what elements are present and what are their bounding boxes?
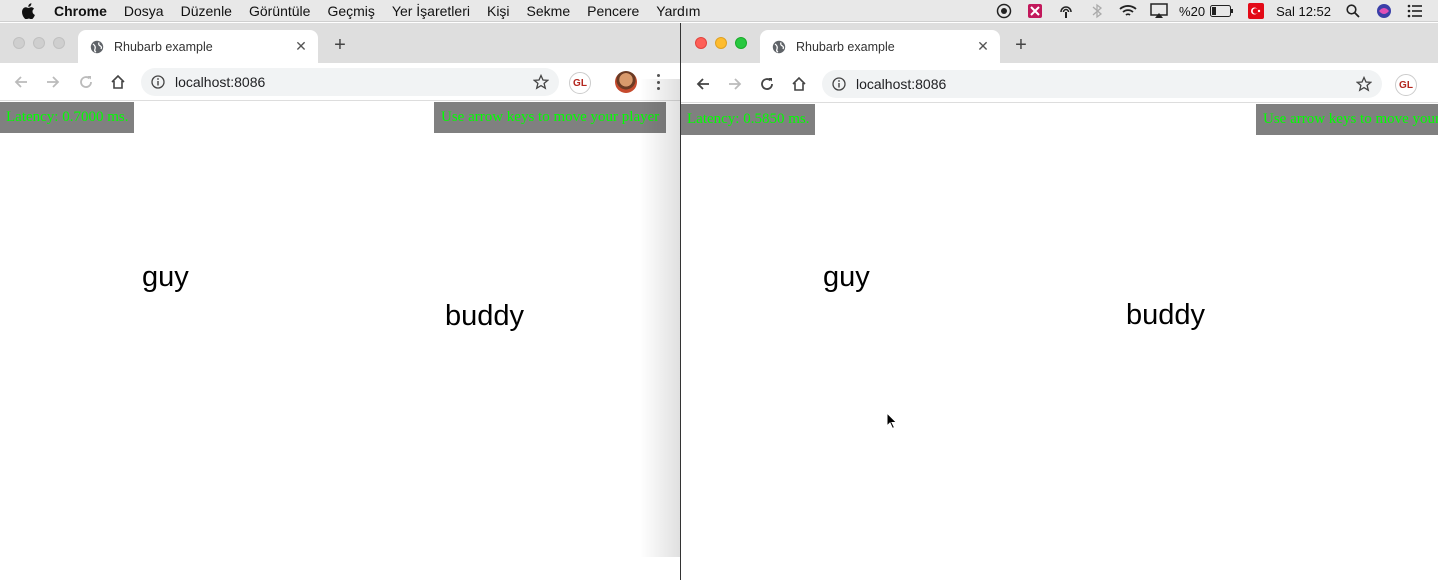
- gl-extension-icon[interactable]: GL: [1395, 74, 1417, 96]
- address-bar[interactable]: localhost:8086: [141, 68, 559, 96]
- player-buddy: buddy: [1126, 299, 1206, 331]
- menu-kisi[interactable]: Kişi: [487, 3, 510, 19]
- siri-icon[interactable]: [1375, 3, 1393, 19]
- profile-avatar[interactable]: [615, 71, 637, 93]
- menu-bar-status-area: %20 Sal 12:52: [982, 0, 1424, 22]
- controls-hint: Use arrow keys to move your player: [1256, 104, 1438, 135]
- forward-arrow-icon[interactable]: [44, 73, 62, 91]
- forward-arrow-icon[interactable]: [726, 75, 744, 93]
- menu-yer-isaretleri[interactable]: Yer İşaretleri: [392, 3, 470, 19]
- globe-icon: [772, 40, 786, 54]
- minimize-window-button[interactable]: [715, 37, 727, 49]
- bluetooth-icon[interactable]: [1088, 3, 1106, 19]
- back-arrow-icon[interactable]: [12, 73, 30, 91]
- turkish-flag-icon[interactable]: [1247, 3, 1265, 19]
- bookmark-star-icon[interactable]: [1355, 75, 1373, 92]
- menu-duzenle[interactable]: Düzenle: [181, 3, 232, 19]
- site-info-icon[interactable]: [832, 77, 846, 91]
- close-window-button[interactable]: [695, 37, 707, 49]
- tab-strip: Rhubarb example ✕ +: [0, 23, 680, 63]
- zoom-window-button[interactable]: [53, 37, 65, 49]
- wifi-icon[interactable]: [1119, 3, 1137, 19]
- home-icon[interactable]: [790, 75, 808, 93]
- notification-center-icon[interactable]: [1406, 3, 1424, 19]
- apple-logo-icon[interactable]: [20, 2, 36, 20]
- page-content: Latency: 0.7000 ms. Use arrow keys to mo…: [0, 102, 680, 580]
- browser-window-left: Rhubarb example ✕ + localhost:8086 GL La…: [0, 23, 680, 580]
- menu-yardim[interactable]: Yardım: [656, 3, 700, 19]
- airdrop-icon[interactable]: [1057, 3, 1075, 19]
- back-arrow-icon[interactable]: [694, 75, 712, 93]
- tab-title: Rhubarb example: [114, 39, 213, 54]
- menu-goruntule[interactable]: Görüntüle: [249, 3, 310, 19]
- tab-rhubarb-example[interactable]: Rhubarb example ✕: [78, 30, 318, 63]
- reload-icon[interactable]: [77, 73, 95, 91]
- tab-title: Rhubarb example: [796, 39, 895, 54]
- close-tab-icon[interactable]: ✕: [294, 39, 308, 53]
- app-status-icon[interactable]: [1026, 3, 1044, 19]
- reload-icon[interactable]: [758, 75, 776, 93]
- macos-menu-bar: Chrome Dosya Düzenle Görüntüle Geçmiş Ye…: [0, 0, 1438, 22]
- tab-strip: Rhubarb example ✕ +: [681, 23, 1438, 63]
- tab-rhubarb-example[interactable]: Rhubarb example ✕: [760, 30, 1000, 63]
- close-window-button[interactable]: [13, 37, 25, 49]
- menu-app-name[interactable]: Chrome: [54, 3, 107, 19]
- home-icon[interactable]: [109, 73, 127, 91]
- controls-hint: Use arrow keys to move your player: [434, 102, 667, 133]
- menu-bar-clock[interactable]: Sal 12:52: [1276, 4, 1331, 19]
- browser-toolbar: localhost:8086 GL: [681, 65, 1438, 103]
- gl-extension-icon[interactable]: GL: [569, 72, 591, 94]
- menu-pencere[interactable]: Pencere: [587, 3, 639, 19]
- menu-gecmis[interactable]: Geçmiş: [327, 3, 374, 19]
- browser-toolbar: localhost:8086 GL: [0, 63, 680, 101]
- url-text: localhost:8086: [856, 76, 947, 92]
- spotlight-search-icon[interactable]: [1344, 3, 1362, 19]
- airplay-icon[interactable]: [1150, 3, 1168, 19]
- battery-percent: %20: [1179, 3, 1206, 19]
- minimize-window-button[interactable]: [33, 37, 45, 49]
- page-content: Latency: 0.5850 ms. Use arrow keys to mo…: [681, 104, 1438, 580]
- mouse-pointer-icon: [886, 411, 898, 430]
- menu-dosya[interactable]: Dosya: [124, 3, 164, 19]
- menu-sekme[interactable]: Sekme: [527, 3, 571, 19]
- browser-menu-icon[interactable]: [655, 72, 661, 92]
- site-info-icon[interactable]: [151, 75, 165, 89]
- window-controls: [13, 37, 65, 49]
- player-guy: guy: [142, 261, 189, 293]
- new-tab-button[interactable]: +: [1013, 35, 1029, 55]
- new-tab-button[interactable]: +: [332, 35, 348, 55]
- close-tab-icon[interactable]: ✕: [976, 39, 990, 53]
- zoom-window-button[interactable]: [735, 37, 747, 49]
- player-guy: guy: [823, 261, 870, 293]
- url-text: localhost:8086: [175, 74, 266, 90]
- latency-display: Latency: 0.5850 ms.: [681, 104, 816, 135]
- address-bar[interactable]: localhost:8086: [822, 70, 1382, 98]
- record-icon[interactable]: [995, 3, 1013, 19]
- latency-display: Latency: 0.7000 ms.: [0, 102, 135, 133]
- player-buddy: buddy: [445, 300, 525, 332]
- bookmark-star-icon[interactable]: [532, 73, 550, 90]
- browser-window-right: Rhubarb example ✕ + localhost:8086 GL La…: [680, 23, 1438, 580]
- battery-icon[interactable]: [1210, 3, 1234, 19]
- globe-icon: [90, 40, 104, 54]
- window-controls: [695, 37, 747, 49]
